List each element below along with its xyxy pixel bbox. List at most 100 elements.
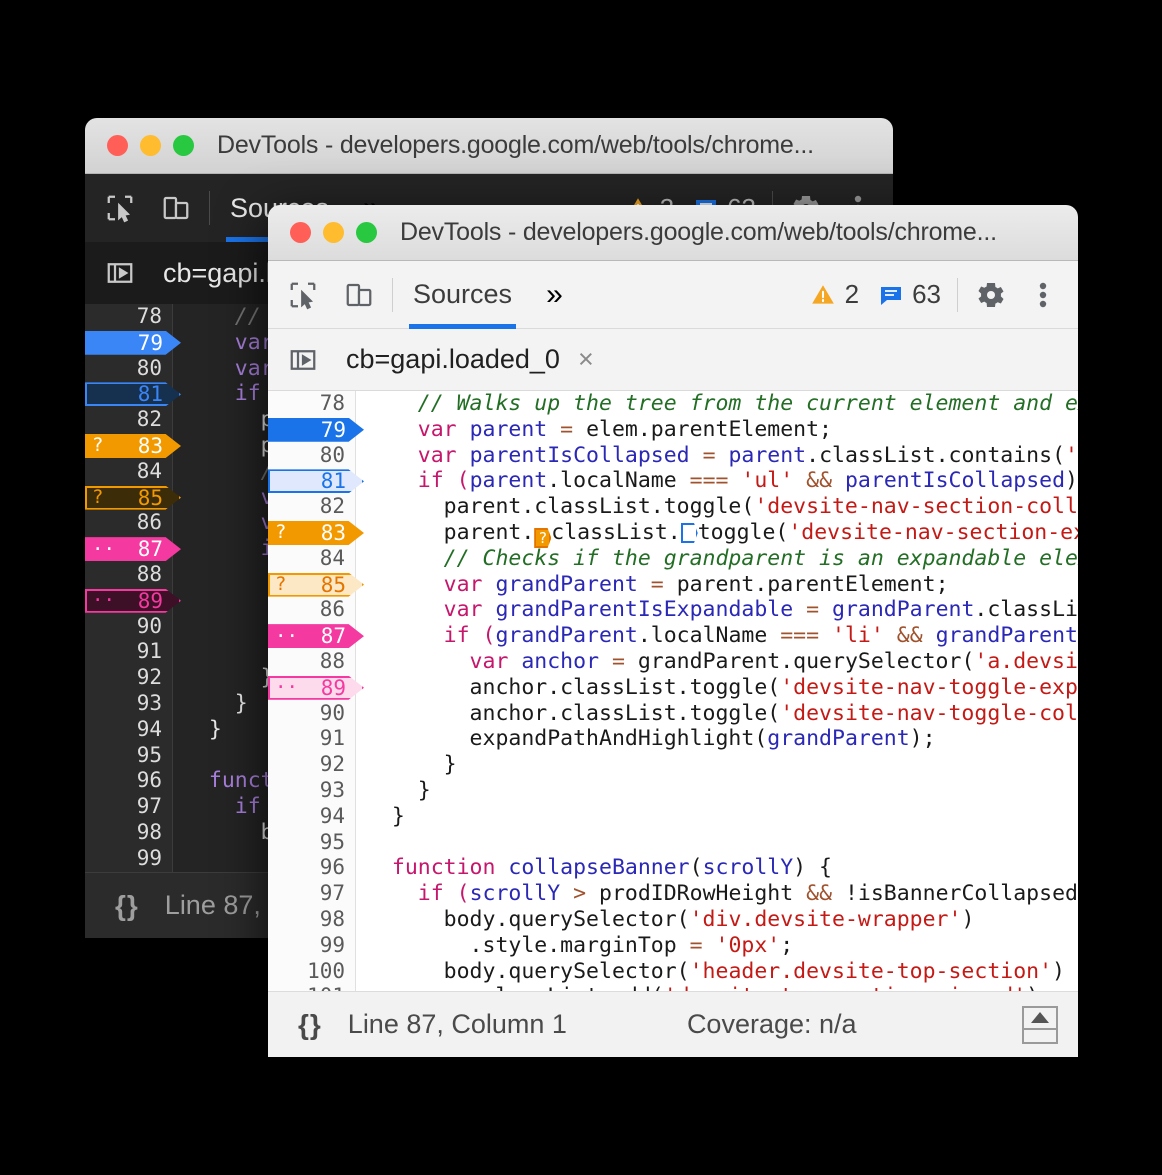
gutter-line[interactable]: 96 — [85, 768, 172, 794]
code-line[interactable]: anchor.classList.toggle('devsite-nav-tog… — [356, 701, 1078, 727]
line-number-gutter-back[interactable]: 7879808182?8384?8586··8788··899091929394… — [85, 304, 173, 872]
code-line[interactable]: .style.marginTop = '0px'; — [356, 933, 1078, 959]
gutter-line[interactable]: 78 — [268, 391, 355, 417]
gutter-line[interactable]: 84 — [85, 459, 172, 485]
code-line[interactable]: parent.?classList.toggle('devsite-nav-se… — [356, 520, 1078, 546]
gutter-line[interactable]: 90 — [85, 614, 172, 640]
code-line[interactable]: .classList.add('devsite-top-section-pinn… — [356, 984, 1078, 991]
titlebar-front[interactable]: DevTools - developers.google.com/web/too… — [268, 205, 1078, 261]
code-line[interactable]: var grandParent = parent.parentElement; — [356, 572, 1078, 598]
gutter-line[interactable]: 88 — [268, 649, 355, 675]
breakpoint-marker-orange[interactable]: ?83 — [85, 434, 181, 458]
code-line[interactable] — [356, 830, 1078, 856]
gutter-line[interactable]: 99 — [85, 846, 172, 872]
gutter-line[interactable]: 100 — [268, 959, 355, 985]
window-controls-front[interactable] — [290, 222, 377, 243]
breakpoint-marker-blue[interactable]: 79 — [268, 418, 364, 442]
gutter-line[interactable]: 78 — [85, 304, 172, 330]
gutter-line[interactable]: ?85 — [268, 572, 355, 598]
gutter-line[interactable]: 80 — [268, 443, 355, 469]
gutter-line[interactable]: 95 — [268, 830, 355, 856]
titlebar-back[interactable]: DevTools - developers.google.com/web/too… — [85, 118, 893, 174]
gutter-line[interactable]: 92 — [85, 665, 172, 691]
inline-breakpoint-chip[interactable] — [681, 523, 698, 543]
code-line[interactable]: var parent = elem.parentElement; — [356, 417, 1078, 443]
gutter-line[interactable]: 95 — [85, 743, 172, 769]
gutter-line[interactable]: 82 — [85, 407, 172, 433]
gutter-line[interactable]: ··89 — [85, 588, 172, 614]
gutter-line[interactable]: 98 — [85, 820, 172, 846]
pretty-print-icon[interactable]: {} — [298, 1009, 322, 1041]
code-editor-front[interactable]: 7879808182?8384?8586··8788··899091929394… — [268, 391, 1078, 991]
gutter-line[interactable]: 99 — [268, 933, 355, 959]
gutter-line[interactable]: 93 — [268, 778, 355, 804]
code-line[interactable]: anchor.classList.toggle('devsite-nav-tog… — [356, 675, 1078, 701]
breakpoint-marker-blue[interactable]: 79 — [85, 331, 181, 355]
gutter-line[interactable]: 81 — [268, 468, 355, 494]
breakpoint-marker-orange-disabled[interactable]: ?85 — [268, 573, 364, 597]
gutter-line[interactable]: 79 — [268, 417, 355, 443]
code-content-front[interactable]: // Walks up the tree from the current el… — [356, 391, 1078, 991]
close-window-button[interactable] — [290, 222, 311, 243]
gutter-line[interactable]: 82 — [268, 494, 355, 520]
code-line[interactable]: if (scrollY > prodIDRowHeight && !isBann… — [356, 881, 1078, 907]
gutter-line[interactable]: 94 — [85, 717, 172, 743]
navigator-panel-icon[interactable] — [99, 252, 141, 294]
cursor-select-icon[interactable] — [286, 278, 320, 312]
code-line[interactable]: } — [356, 752, 1078, 778]
code-line[interactable]: expandPathAndHighlight(grandParent); — [356, 726, 1078, 752]
gutter-line[interactable]: 80 — [85, 356, 172, 382]
device-toolbar-icon[interactable] — [159, 191, 193, 225]
gutter-line[interactable]: 86 — [268, 597, 355, 623]
devtools-window-front[interactable]: DevTools - developers.google.com/web/too… — [268, 205, 1078, 1100]
breakpoint-marker-pink-disabled[interactable]: ··89 — [268, 676, 364, 700]
maximize-window-button[interactable] — [356, 222, 377, 243]
gutter-line[interactable]: 93 — [85, 691, 172, 717]
gutter-line[interactable]: 84 — [268, 546, 355, 572]
window-controls-back[interactable] — [107, 135, 194, 156]
breakpoint-marker-orange[interactable]: ?83 — [268, 521, 364, 545]
maximize-window-button[interactable] — [173, 135, 194, 156]
tab-sources[interactable]: Sources — [409, 261, 516, 329]
code-line[interactable]: // Checks if the grandparent is an expan… — [356, 546, 1078, 572]
more-panels-button[interactable]: » — [546, 278, 563, 312]
kebab-menu-icon[interactable] — [1026, 278, 1060, 312]
breakpoint-marker-blue-disabled[interactable]: 81 — [268, 469, 364, 493]
gear-icon[interactable] — [974, 278, 1008, 312]
close-icon[interactable]: × — [578, 346, 594, 373]
minimize-window-button[interactable] — [323, 222, 344, 243]
code-line[interactable]: var grandParentIsExpandable = grandParen… — [356, 597, 1078, 623]
code-line[interactable]: var parentIsCollapsed = parent.classList… — [356, 443, 1078, 469]
device-toolbar-icon[interactable] — [342, 278, 376, 312]
close-window-button[interactable] — [107, 135, 128, 156]
code-line[interactable]: body.querySelector('div.devsite-wrapper'… — [356, 907, 1078, 933]
gutter-line[interactable]: 91 — [85, 639, 172, 665]
code-line[interactable]: var anchor = grandParent.querySelector('… — [356, 649, 1078, 675]
file-tab-active-front[interactable]: cb=gapi.loaded_0 × — [346, 344, 594, 375]
gutter-line[interactable]: 96 — [268, 855, 355, 881]
gutter-line[interactable]: ··89 — [268, 675, 355, 701]
gutter-line[interactable]: 79 — [85, 330, 172, 356]
gutter-line[interactable]: 86 — [85, 510, 172, 536]
gutter-line[interactable]: ··87 — [268, 623, 355, 649]
breakpoint-marker-pink-disabled[interactable]: ··89 — [85, 589, 181, 613]
gutter-line[interactable]: 97 — [85, 794, 172, 820]
breakpoint-marker-pink[interactable]: ··87 — [268, 624, 364, 648]
gutter-line[interactable]: 94 — [268, 804, 355, 830]
code-line[interactable]: // Walks up the tree from the current el… — [356, 391, 1078, 417]
breakpoint-marker-blue-disabled[interactable]: 81 — [85, 382, 181, 406]
gutter-line[interactable]: 81 — [85, 381, 172, 407]
line-number-gutter-front[interactable]: 7879808182?8384?8586··8788··899091929394… — [268, 391, 356, 991]
gutter-line[interactable]: 101 — [268, 984, 355, 991]
message-badge[interactable]: 63 — [879, 279, 941, 310]
pretty-print-icon[interactable]: {} — [115, 890, 139, 922]
gutter-line[interactable]: 98 — [268, 907, 355, 933]
breakpoint-marker-pink[interactable]: ··87 — [85, 537, 181, 561]
navigator-panel-icon[interactable] — [282, 339, 324, 381]
gutter-line[interactable]: ?83 — [268, 520, 355, 546]
scroll-up-icon[interactable] — [1022, 1006, 1058, 1044]
code-line[interactable]: } — [356, 778, 1078, 804]
code-line[interactable]: if (parent.localName === 'ul' && parentI… — [356, 468, 1078, 494]
gutter-line[interactable]: ?85 — [85, 485, 172, 511]
gutter-line[interactable]: 88 — [85, 562, 172, 588]
